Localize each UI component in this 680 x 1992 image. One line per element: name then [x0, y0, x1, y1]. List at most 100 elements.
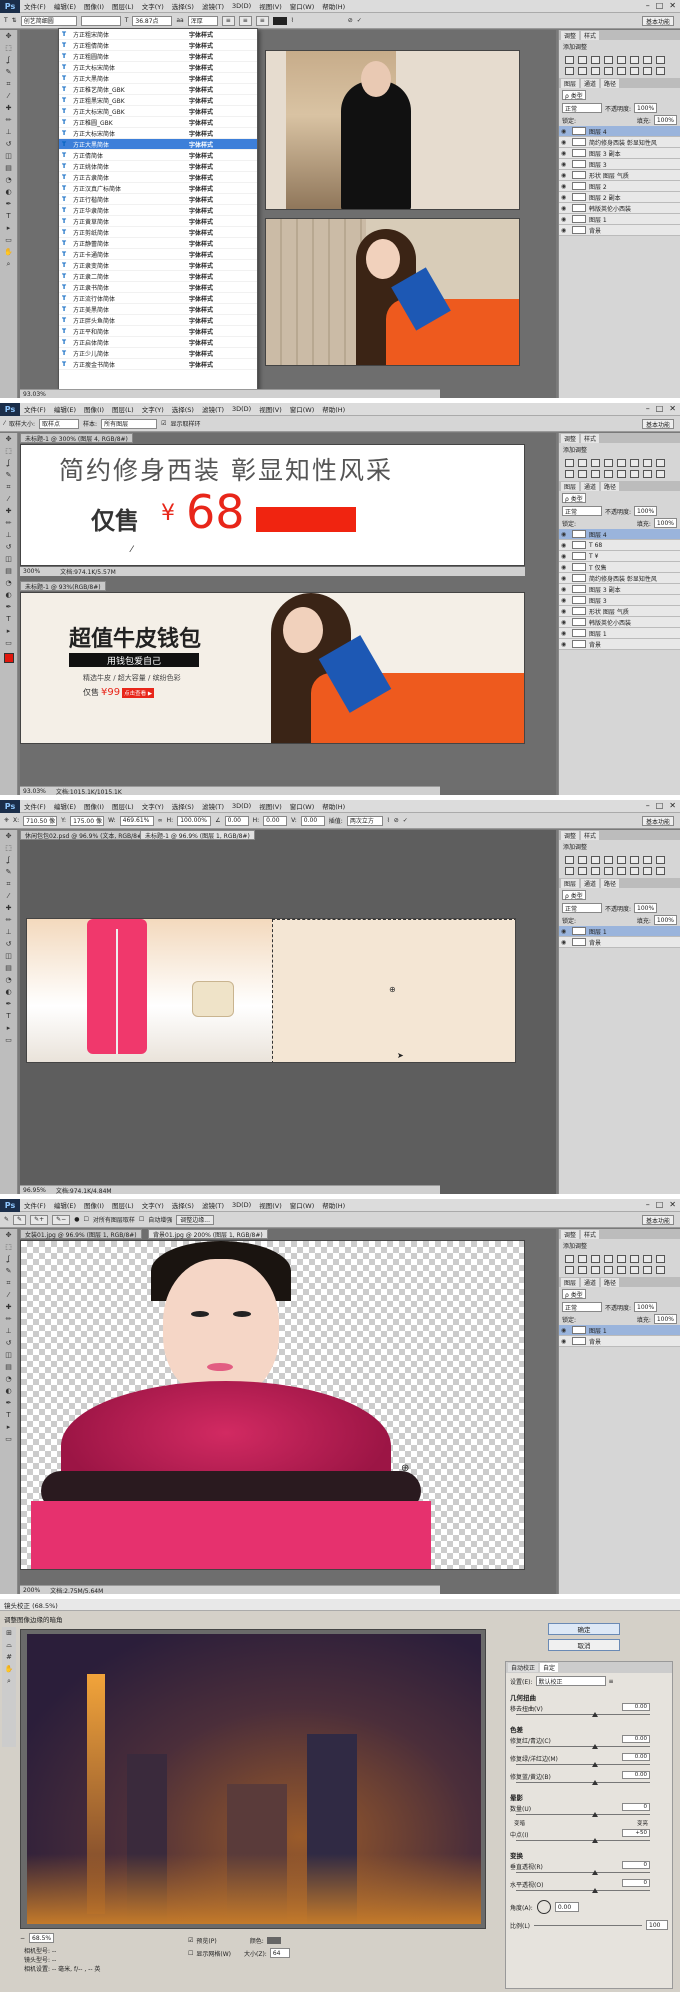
shape-tool-icon[interactable]: ▭: [2, 639, 16, 649]
menu-edit[interactable]: 编辑(E): [54, 801, 76, 811]
layer-row[interactable]: ◉ 韩版英伦小西装: [559, 203, 680, 214]
zoom-tool-icon[interactable]: ⌕: [2, 260, 16, 270]
menu-view[interactable]: 视图(V): [259, 1200, 282, 1210]
gradient-icon[interactable]: ▤: [2, 1363, 16, 1373]
gradientmap-icon[interactable]: [643, 867, 652, 875]
font-list-item[interactable]: T 方正粗倩简体 字体样式: [59, 40, 257, 51]
layer-row[interactable]: ◉ T 68: [559, 540, 680, 551]
path-select-icon[interactable]: ▸: [2, 627, 16, 637]
align-right-icon[interactable]: ≡: [255, 15, 269, 26]
bw-icon[interactable]: [656, 459, 665, 467]
tab-styles[interactable]: 样式: [581, 1229, 600, 1239]
menu-window[interactable]: 窗口(W): [290, 1, 315, 11]
mixer-icon[interactable]: [578, 67, 587, 75]
font-family-field[interactable]: 创艺简细圆: [20, 15, 77, 26]
visibility-eye-icon[interactable]: ◉: [561, 227, 569, 234]
selectivecolor-icon[interactable]: [656, 867, 665, 875]
mixer-icon[interactable]: [578, 867, 587, 875]
banner-button[interactable]: 点击查看 ▶: [122, 687, 155, 698]
font-list-item[interactable]: T 方正行楷简体 字体样式: [59, 194, 257, 205]
slider-track[interactable]: [516, 1872, 650, 1873]
brush-tool-icon[interactable]: ✏: [2, 1315, 16, 1325]
path-select-icon[interactable]: ▸: [2, 1024, 16, 1034]
font-list-item[interactable]: T 方正卡通简体 字体样式: [59, 249, 257, 260]
slider-value[interactable]: +50: [622, 1829, 650, 1837]
menu-3d[interactable]: 3D(D): [232, 802, 251, 810]
font-list-item[interactable]: T 方正大标宋简_GBK 字体样式: [59, 106, 257, 117]
lookup-icon[interactable]: [591, 67, 600, 75]
angle-field[interactable]: 0.00: [554, 1902, 579, 1912]
menu-select[interactable]: 选择(S): [172, 404, 194, 414]
sample-size-select[interactable]: 取样点: [39, 418, 80, 429]
threshold-icon[interactable]: [630, 1266, 639, 1274]
quick-select-icon[interactable]: ✎: [2, 471, 16, 481]
menu-view[interactable]: 视图(V): [259, 1, 282, 11]
eraser-icon[interactable]: ◫: [2, 952, 16, 962]
tab-paths[interactable]: 路径: [601, 878, 620, 888]
font-list-item[interactable]: T 方正汉真广标简体 字体样式: [59, 183, 257, 194]
font-list-item[interactable]: T 方正美黑简体 字体样式: [59, 304, 257, 315]
menu-edit[interactable]: 编辑(E): [54, 1200, 76, 1210]
font-list-item[interactable]: T 方正大黑简体 字体样式: [59, 139, 257, 150]
layer-row[interactable]: ◉ 图层 2: [559, 181, 680, 192]
heal-tool-icon[interactable]: ✚: [2, 904, 16, 914]
shape-tool-icon[interactable]: ▭: [2, 1036, 16, 1046]
path-select-icon[interactable]: ▸: [2, 1423, 16, 1433]
pen-tool-icon[interactable]: ✒: [2, 200, 16, 210]
refine-edge-button[interactable]: 调整边缘...: [176, 1214, 214, 1225]
visibility-eye-icon[interactable]: ◉: [561, 542, 569, 549]
visibility-eye-icon[interactable]: ◉: [561, 608, 569, 615]
menu-edit[interactable]: 编辑(E): [54, 1, 76, 11]
menu-file[interactable]: 文件(F): [24, 1200, 46, 1210]
hue-icon[interactable]: [630, 856, 639, 864]
font-list-item[interactable]: T 方正瘦金书简体 字体样式: [59, 359, 257, 370]
font-list-item[interactable]: T 方正流行体简体 字体样式: [59, 293, 257, 304]
path-select-icon[interactable]: ▸: [2, 224, 16, 234]
marquee-tool-icon[interactable]: ⬚: [2, 447, 16, 457]
cancel-button[interactable]: 取消: [548, 1639, 620, 1651]
menu-file[interactable]: 文件(F): [24, 1, 46, 11]
document-tab-2[interactable]: 背景01.jpg @ 200% (图层 1, RGB/8#): [148, 1229, 268, 1239]
menu-type[interactable]: 文字(Y): [142, 1200, 164, 1210]
marquee-tool-icon[interactable]: ⬚: [2, 1243, 16, 1253]
maximize-icon[interactable]: □: [656, 1, 664, 10]
layer-row[interactable]: ◉ 形状 图层 气质: [559, 606, 680, 617]
menu-select[interactable]: 选择(S): [172, 1200, 194, 1210]
lasso-tool-icon[interactable]: ʆ: [2, 56, 16, 66]
zoom-tool-icon[interactable]: ⌕: [2, 1677, 16, 1687]
tab-styles[interactable]: 样式: [581, 830, 600, 840]
vibrance-icon[interactable]: [617, 1255, 626, 1263]
brush-size-icon[interactable]: ●: [74, 1216, 79, 1223]
type-tool-icon[interactable]: T: [2, 615, 16, 625]
eyedropper-icon[interactable]: ⁄: [2, 92, 16, 102]
dodge-icon[interactable]: ◐: [2, 1387, 16, 1397]
fill-field[interactable]: 100%: [653, 915, 677, 925]
font-list-item[interactable]: T 方正华隶简体 字体样式: [59, 205, 257, 216]
tab-layers[interactable]: 图层: [561, 878, 580, 888]
menu-filter[interactable]: 滤镜(T): [202, 1, 224, 11]
move-tool-icon[interactable]: ✥: [2, 1231, 16, 1241]
bw-icon[interactable]: [656, 1255, 665, 1263]
ring-checkbox[interactable]: ☑: [161, 420, 166, 427]
fill-field[interactable]: 100%: [653, 115, 677, 125]
document-tab-1[interactable]: 休闲包包02.psd @ 96.9% (文本, RGB/8#): [20, 830, 150, 840]
brightness-icon[interactable]: [565, 856, 574, 864]
font-list-item[interactable]: T 方正隶书简体 字体样式: [59, 282, 257, 293]
selectivecolor-icon[interactable]: [656, 470, 665, 478]
grid-size-field[interactable]: 64: [269, 1948, 290, 1958]
font-list-item[interactable]: T 方正大标宋简体 字体样式: [59, 128, 257, 139]
minimize-icon[interactable]: –: [646, 1, 650, 10]
vibrance-icon[interactable]: [617, 856, 626, 864]
visibility-eye-icon[interactable]: ◉: [561, 641, 569, 648]
history-brush-icon[interactable]: ↺: [2, 940, 16, 950]
tab-paths[interactable]: 路径: [601, 1277, 620, 1287]
colorbalance-icon[interactable]: [643, 56, 652, 64]
menu-select[interactable]: 选择(S): [172, 1, 194, 11]
posterize-icon[interactable]: [617, 867, 626, 875]
gradientmap-icon[interactable]: [643, 470, 652, 478]
history-brush-icon[interactable]: ↺: [2, 1339, 16, 1349]
tab-adjustments[interactable]: 调整: [561, 1229, 580, 1239]
font-list-item[interactable]: T 方正稚圆_GBK 字体样式: [59, 117, 257, 128]
subtract-selection-icon[interactable]: ✎−: [52, 1214, 71, 1225]
blend-mode-select[interactable]: 正常: [562, 903, 602, 913]
